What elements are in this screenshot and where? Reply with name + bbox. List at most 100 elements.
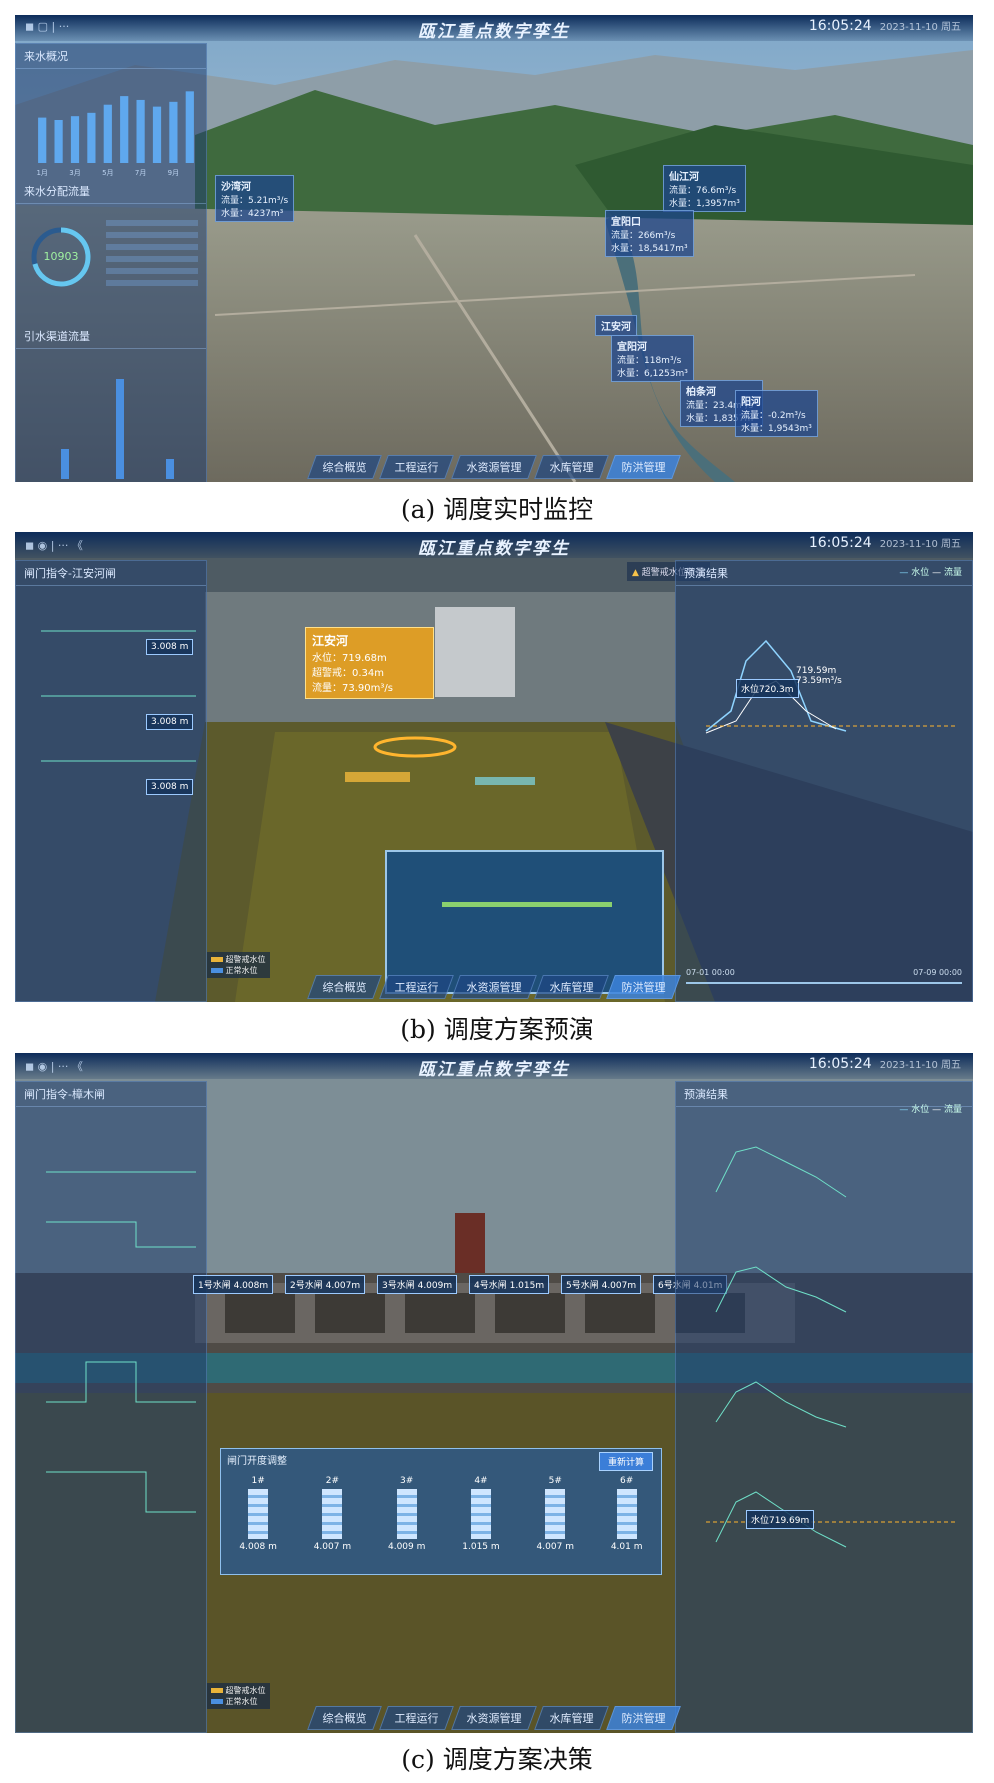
tab-engineering[interactable]: 工程运行: [379, 1706, 454, 1730]
gate-tag-2: 2号水闸 4.007m: [285, 1275, 366, 1294]
popup-level: 水位：719.68m: [312, 653, 387, 664]
gate-icon: [616, 1489, 637, 1539]
tab-water-resources[interactable]: 水资源管理: [451, 455, 537, 479]
tick-label: 5月: [102, 169, 113, 177]
result-legend: — 水位 — 流量: [899, 1105, 962, 1115]
gate-icon: [470, 1489, 491, 1539]
tab-overview[interactable]: 综合概览: [307, 1706, 382, 1730]
recalculate-button[interactable]: 重新计算: [598, 1452, 653, 1471]
timeline-slider[interactable]: 07-01 00:00 07-09 00:00: [686, 968, 962, 984]
gate-value-1: 3.008 m: [146, 639, 194, 655]
gate-icon: [322, 1489, 343, 1539]
gate-command-title: 闸门指令-樟木闸: [16, 1082, 206, 1107]
tab-overview[interactable]: 综合概览: [307, 975, 382, 999]
tab-water-resources[interactable]: 水资源管理: [451, 975, 537, 999]
gate-tag-3: 3号水闸 4.009m: [377, 1275, 458, 1294]
popup-margin: 超警戒：0.34m: [312, 668, 385, 679]
bar-5月: [103, 104, 112, 163]
gate-icon: [396, 1489, 417, 1539]
distribution-block: 10903: [16, 204, 206, 324]
tab-engineering[interactable]: 工程运行: [379, 975, 454, 999]
caption-a: (a) 调度实时监控: [400, 495, 594, 524]
top-bar: ◼ ◉ | ··· 《 瓯江重点数字孪生 16:05:24 2023-11-10 …: [15, 1053, 973, 1080]
screen-scheme-rehearsal: ◼ ◉ | ··· 《 瓯江重点数字孪生 16:05:24 2023-11-10 …: [15, 532, 973, 1002]
rehearsal-result-panel: 预演结果 — 水位 — 流量 水位719.69m: [675, 1081, 973, 1733]
minimap-level-bar: [442, 902, 612, 907]
tab-overview[interactable]: 综合概览: [307, 455, 382, 479]
gate-adjust-item[interactable]: 3# 4.009 m: [388, 1476, 425, 1552]
result-line-charts: [706, 1146, 956, 1548]
gate-adjust-item[interactable]: 5# 4.007 m: [537, 1476, 574, 1552]
result-legend: — 水位 — 流量: [899, 568, 962, 578]
tab-reservoir[interactable]: 水库管理: [534, 975, 609, 999]
gate-opening-chart: [41, 630, 196, 762]
bottom-nav: 综合概览 工程运行 水资源管理 水库管理 防洪管理: [307, 455, 681, 479]
map-legend: 超警戒水位 正常水位: [207, 952, 270, 978]
inflow-distribution-title: 来水分配流量: [16, 179, 206, 204]
bar-4月: [87, 112, 96, 163]
gate-adjust-item[interactable]: 1# 4.008 m: [239, 1476, 276, 1552]
river-label-shawan[interactable]: 沙湾河 流量：5.21m³/s 水量：4237m³: [215, 175, 295, 222]
inflow-bar-chart: 1月 3月 5月 7月 9月: [36, 91, 194, 177]
gate-tag-5: 5号水闸 4.007m: [561, 1275, 642, 1294]
screen-scheme-decision: ◼ ◉ | ··· 《 瓯江重点数字孪生 16:05:24 2023-11-10 …: [15, 1053, 973, 1733]
bar-6月: [120, 96, 129, 163]
gate-command-panel: 闸门指令-江安河闸 3.008 m 3.008 m 3.008 m: [15, 560, 207, 1002]
clock: 16:05:24 2023-11-10 周五: [808, 1056, 961, 1072]
gate-tag-1: 1号水闸 4.008m: [193, 1275, 274, 1294]
tick-label: 3月: [69, 169, 80, 177]
warning-icon: ▲: [632, 568, 639, 578]
bar-3月: [70, 116, 80, 163]
gate-adjust-item[interactable]: 2# 4.007 m: [314, 1476, 351, 1552]
gate-icon: [545, 1489, 566, 1539]
tick-label: 9月: [168, 169, 179, 177]
gate-opening-chart: [46, 1171, 196, 1513]
tab-water-resources[interactable]: 水资源管理: [451, 1706, 537, 1730]
tab-flood-control[interactable]: 防洪管理: [606, 1706, 681, 1730]
level-marker: 水位719.69m: [746, 1510, 815, 1529]
gate-command-title: 闸门指令-江安河闸: [16, 561, 206, 586]
top-bar: ◼ ◉ | ··· 《 瓯江重点数字孪生 16:05:24 2023-11-10 …: [15, 532, 973, 559]
popup-flow: 流量：73.90m³/s: [312, 683, 393, 694]
left-panel: 来水概况 1月 3月 5月 7月 9月 来水分配流量 10903 引水渠道流量: [15, 43, 207, 482]
popup-river-name: 江安河: [312, 634, 349, 648]
gate-adjust-item[interactable]: 4# 1.015 m: [462, 1476, 499, 1552]
level-marker: 水位720.3m: [736, 679, 799, 698]
bottom-nav: 综合概览 工程运行 水资源管理 水库管理 防洪管理: [307, 1706, 681, 1730]
tab-flood-control[interactable]: 防洪管理: [606, 455, 681, 479]
tab-engineering[interactable]: 工程运行: [379, 455, 454, 479]
inflow-overview-title: 来水概况: [16, 44, 206, 69]
bar-10月: [185, 91, 194, 163]
river-label-yanghe[interactable]: 阳河 流量：-0.2m³/s 水量：1,9543m³: [735, 390, 818, 437]
tab-reservoir[interactable]: 水库管理: [534, 455, 609, 479]
gate-value-3: 3.008 m: [146, 779, 194, 795]
distribution-list: [106, 214, 198, 292]
tick-label: 7月: [135, 169, 146, 177]
tab-flood-control[interactable]: 防洪管理: [606, 975, 681, 999]
river-label-yiyangkou[interactable]: 宜阳口 流量：266m³/s 水量：18,5417m³: [605, 210, 694, 257]
river-label-xianjiang[interactable]: 仙江河 流量：76.6m³/s 水量：1,3957m³: [663, 165, 746, 212]
river-label-jiangan[interactable]: 江安河: [595, 315, 637, 336]
bottom-nav: 综合概览 工程运行 水资源管理 水库管理 防洪管理: [307, 975, 681, 999]
gate-adjust-list: 1# 4.008 m 2# 4.007 m 3# 4.009 m 4# 1.01…: [221, 1476, 661, 1552]
gate-value-2: 3.008 m: [146, 714, 194, 730]
clock: 16:05:24 2023-11-10 周五: [808, 535, 961, 551]
gate-icon: [248, 1489, 269, 1539]
bar-2月: [54, 120, 63, 163]
top-bar: ◼ ▢ | ··· 瓯江重点数字孪生 16:05:24 2023-11-10 周五: [15, 15, 973, 42]
river-popup[interactable]: 江安河 水位：719.68m 超警戒：0.34m 流量：73.90m³/s: [305, 627, 434, 699]
tick-label: 1月: [36, 169, 47, 177]
gate-tag-4: 4号水闸 1.015m: [469, 1275, 550, 1294]
map-legend: 超警戒水位 正常水位: [207, 1683, 270, 1709]
bar-9月: [169, 101, 178, 163]
minimap-view[interactable]: [385, 850, 664, 994]
caption-c: (c) 调度方案决策: [401, 1745, 593, 1774]
bar-8月: [152, 106, 162, 163]
caption-b: (b) 调度方案预演: [400, 1015, 594, 1044]
river-label-yiyanghe[interactable]: 宜阳河 流量：118m³/s 水量：6,1253m³: [611, 335, 694, 382]
clock: 16:05:24 2023-11-10 周五: [808, 18, 961, 34]
gate-adjust-item[interactable]: 6# 4.01 m: [611, 1476, 643, 1552]
result-readout: 719.59m 73.59m³/s: [796, 666, 842, 686]
bar-7月: [136, 99, 145, 163]
tab-reservoir[interactable]: 水库管理: [534, 1706, 609, 1730]
